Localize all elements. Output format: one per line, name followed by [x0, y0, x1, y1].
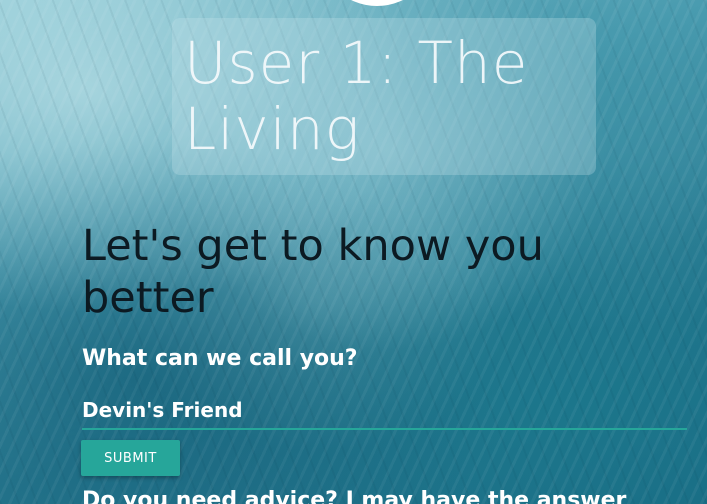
- advice-question: Do you need advice? I may have the answe…: [82, 488, 627, 504]
- intro-heading: Let's get to know you better: [82, 221, 544, 323]
- name-question-label: What can we call you?: [82, 346, 358, 371]
- submit-button[interactable]: SUBMIT: [81, 440, 180, 476]
- name-input[interactable]: [82, 392, 687, 430]
- page-title: User 1: The Living: [184, 29, 529, 163]
- title-card: User 1: The Living: [172, 18, 596, 175]
